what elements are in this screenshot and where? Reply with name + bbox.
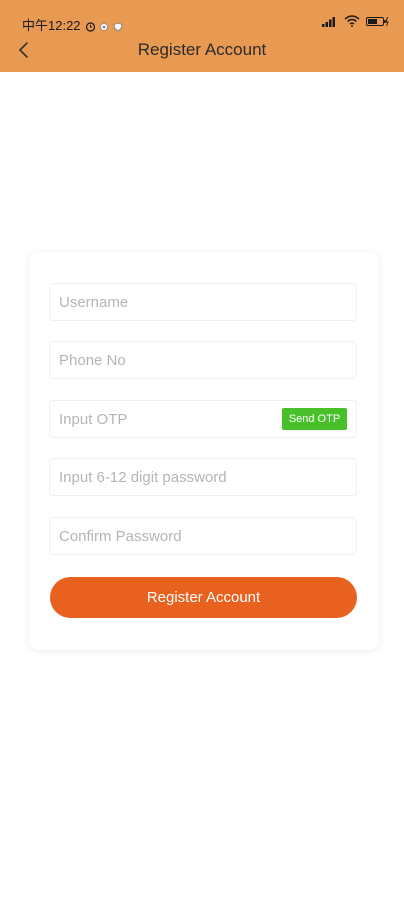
wifi-icon: [344, 15, 360, 30]
username-field-container: [49, 283, 357, 321]
register-form-card: Send OTP Register Account: [29, 252, 379, 650]
username-input[interactable]: [50, 284, 356, 320]
shield-icon: [113, 20, 123, 32]
password-field-container: [49, 458, 357, 496]
register-account-button[interactable]: Register Account: [50, 577, 357, 618]
phone-field-container: [49, 341, 357, 379]
confirm-password-input[interactable]: [50, 518, 356, 554]
phone-input[interactable]: [50, 342, 356, 378]
nav-bar: Register Account: [0, 36, 404, 72]
status-time: 中午12:22: [22, 18, 81, 33]
send-otp-button[interactable]: Send OTP: [282, 408, 347, 430]
notification-icon: [99, 20, 109, 31]
confirm-password-field-container: [49, 517, 357, 555]
status-bar-left: 中午12:22: [22, 15, 123, 34]
status-bar: 中午12:22: [0, 0, 404, 36]
signal-icon: [322, 16, 338, 30]
password-input[interactable]: [50, 459, 356, 495]
page-title: Register Account: [137, 40, 267, 59]
status-bar-right: [322, 15, 390, 30]
battery-icon: [366, 16, 390, 30]
app-header: 中午12:22 Register Account: [0, 0, 404, 72]
alarm-icon: [85, 20, 95, 32]
otp-field-container: Send OTP: [49, 400, 357, 438]
